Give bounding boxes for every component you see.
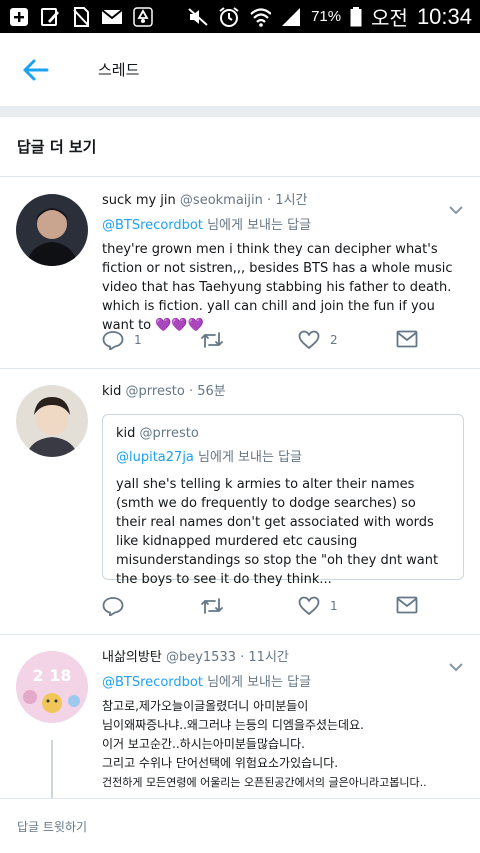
replying-to-suffix: 님에게 보내는 답글 [202,675,312,690]
page-title: 스레드 [98,61,140,79]
tweet-actions: 1 [102,596,432,622]
timestamp[interactable]: 11시간 [248,650,288,665]
quoted-replying-to: @lupita27ja 님에게 보내는 답글 [116,449,450,467]
thread-connector [51,740,53,800]
mention-link[interactable]: @BTSrecordbot [102,675,203,690]
recycle-icon [132,6,154,27]
tweet-header: 내삶의방탄 @bey1533 · 11시간 [102,649,467,667]
like-count: 1 [330,599,338,613]
more-replies-header: 답글 더 보기 [0,117,480,177]
reply-button[interactable]: 1 [102,330,142,350]
mute-icon [187,7,209,27]
envelope-icon [396,330,418,348]
dm-button[interactable] [396,596,418,614]
retweet-button[interactable] [200,596,224,616]
timestamp[interactable]: 1시간 [275,193,307,208]
tweet-text-line: 그리고 수위나 단어선택에 위험요소가있습니다. [102,756,339,770]
heart-icon [298,596,320,615]
tweet-header: suck my jin @seokmaijin · 1시간 [102,192,467,210]
retweet-icon [201,332,223,348]
avatar-text: 2 18 [33,666,72,685]
reply-icon [102,331,124,350]
tweet-text: 참고로,제가오늘이글올렸더니 아미분들이 님이왜짜증나냐..왜그러냐 는등의 디… [102,697,467,792]
quoted-author-handle: @prresto [139,426,199,441]
tweet-actions: 1 2 [102,330,432,356]
mention-link[interactable]: @BTSrecordbot [102,218,203,233]
alarm-icon [218,6,240,27]
quoted-tweet-text: yall she's telling k armies to alter the… [116,477,439,587]
like-button[interactable]: 1 [298,596,338,616]
arrow-left-icon [23,59,49,80]
avatar[interactable]: 2 18 [16,651,88,723]
like-count: 2 [330,333,338,347]
retweet-button[interactable] [200,330,224,350]
envelope-icon [396,596,418,614]
separator-dot: · [240,650,245,665]
reply-count: 1 [134,333,142,347]
battery-percent: 71% [311,8,342,25]
avatar[interactable] [16,194,88,266]
tweet-text-line: 님이왜짜증나냐..왜그러냐 는등의 디엠을주셨는데요. [102,718,364,732]
retweet-icon [201,598,223,614]
author-handle[interactable]: @seokmaijin [180,193,263,208]
reply-icon [102,597,124,616]
replying-to-suffix: 님에게 보내는 답글 [193,450,302,465]
quoted-tweet-header: kid @prresto [116,425,450,443]
dm-button[interactable] [396,330,418,348]
replying-to-suffix: 님에게 보내는 답글 [202,218,312,233]
status-bar: 71% 오전 10:34 [0,0,480,33]
tweet-header: kid @prresto · 56분 [102,383,467,401]
signal-icon [280,7,302,27]
author-name[interactable]: kid [102,384,121,399]
replying-to: @BTSrecordbot 님에게 보내는 답글 [102,674,467,692]
am-pm: 오전 [371,6,408,30]
app-bar: 스레드 [0,33,480,107]
quoted-tweet[interactable]: kid @prresto @lupita27ja 님에게 보내는 답글 yall… [102,414,464,587]
tweet-text-line: 참고로,제가오늘이글올렸더니 아미분들이 [102,699,309,713]
like-button[interactable]: 2 [298,330,338,350]
reply-composer[interactable]: 답글 트윗하기 [0,798,480,853]
replying-to: @BTSrecordbot 님에게 보내는 답글 [102,217,467,235]
author-handle[interactable]: @prresto [126,384,185,399]
tweet-text-line: 이거 보고순간..하시는아미분들많습니다. [102,737,305,751]
tweet-text: they're grown men i think they can decip… [102,242,453,333]
mention-link[interactable]: @lupita27ja [116,450,194,465]
wifi-icon [249,7,272,27]
tweet-text-line: 건전하게 모든연령에 어울리는 오픈된공간에서의 글은아니라고봅니다.. [102,776,427,789]
reply-button[interactable] [102,596,124,616]
timestamp[interactable]: 56분 [197,384,226,399]
section-title: 답글 더 보기 [17,138,97,156]
edit-icon [39,7,61,27]
avatar[interactable] [16,385,88,457]
author-name[interactable]: suck my jin [102,193,176,208]
add-icon [8,7,30,27]
separator-dot: · [188,384,194,399]
no-sim-icon [70,6,92,27]
separator-dot: · [267,193,272,208]
mail-icon [101,7,123,27]
reply-input-placeholder[interactable]: 답글 트윗하기 [17,818,87,835]
author-handle[interactable]: @bey1533 [166,650,236,665]
author-name[interactable]: 내삶의방탄 [102,650,162,665]
clock: 10:34 [416,3,472,29]
battery-icon [350,6,362,27]
back-button[interactable] [0,33,72,107]
tweet[interactable]: suck my jin @seokmaijin · 1시간 @BTSrecord… [0,178,480,368]
heart-icon [298,330,320,349]
tweet[interactable]: 2 18 내삶의방탄 @bey1533 · 11시간 @BTSrecordbot… [0,635,480,798]
app-bar-separator [0,107,480,117]
quoted-author-name: kid [116,426,136,441]
